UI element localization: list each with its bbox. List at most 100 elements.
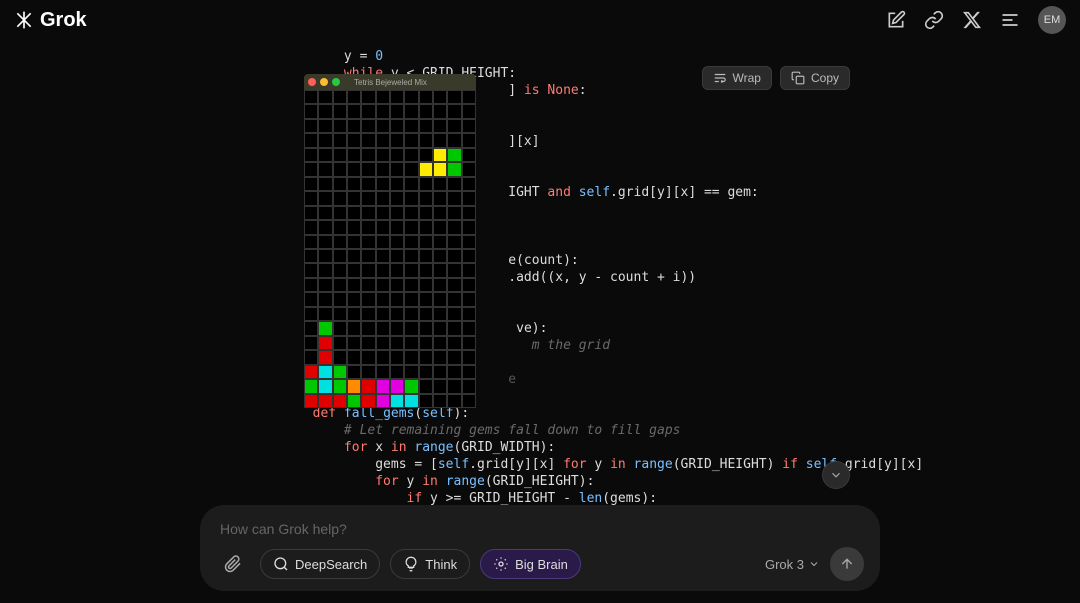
- main-content: Wrap Copy y = 0 while y < GRID_HEIGHT: ]…: [220, 40, 860, 503]
- grid-cell: [304, 263, 318, 277]
- grid-cell: [419, 394, 433, 408]
- grid-cell: [318, 220, 332, 234]
- grid-cell: [361, 133, 375, 147]
- grid-cell: [419, 235, 433, 249]
- grid-cell: [433, 191, 447, 205]
- grid-cell: [419, 148, 433, 162]
- game-window: Tetris Bejeweled Mix: [304, 74, 476, 408]
- grid-cell: [419, 177, 433, 191]
- arrow-up-icon: [839, 556, 855, 572]
- grid-cell: [333, 133, 347, 147]
- grid-cell: [433, 263, 447, 277]
- grid-cell: [433, 336, 447, 350]
- grid-cell: [376, 177, 390, 191]
- search-icon: [273, 556, 289, 572]
- grid-cell: [390, 336, 404, 350]
- grid-cell: [376, 191, 390, 205]
- grid-cell: [333, 350, 347, 364]
- copy-icon: [791, 71, 805, 85]
- grid-cell: [376, 119, 390, 133]
- grid-cell: [347, 379, 361, 393]
- grid-cell: [347, 249, 361, 263]
- game-title: Tetris Bejeweled Mix: [354, 78, 427, 87]
- grid-cell: [333, 249, 347, 263]
- grid-cell: [347, 119, 361, 133]
- grid-cell: [433, 133, 447, 147]
- grid-cell: [347, 321, 361, 335]
- grid-cell: [447, 104, 461, 118]
- grid-cell: [447, 90, 461, 104]
- grid-cell: [347, 350, 361, 364]
- grid-cell: [376, 148, 390, 162]
- grid-cell: [318, 90, 332, 104]
- attach-button[interactable]: [216, 547, 250, 581]
- paperclip-icon: [224, 555, 242, 573]
- grid-cell: [462, 263, 476, 277]
- grid-cell: [376, 235, 390, 249]
- grid-cell: [390, 292, 404, 306]
- game-grid[interactable]: [304, 90, 476, 408]
- grid-cell: [419, 263, 433, 277]
- grid-cell: [347, 177, 361, 191]
- grid-cell: [304, 133, 318, 147]
- grid-cell: [333, 104, 347, 118]
- link-icon[interactable]: [924, 10, 944, 30]
- grid-cell: [361, 104, 375, 118]
- grid-cell: [462, 379, 476, 393]
- grid-cell: [304, 119, 318, 133]
- think-button[interactable]: Think: [390, 549, 470, 579]
- maximize-icon[interactable]: [332, 78, 340, 86]
- grid-cell: [333, 394, 347, 408]
- grid-cell: [419, 162, 433, 176]
- grid-cell: [404, 292, 418, 306]
- chevron-down-icon: [808, 558, 820, 570]
- deepsearch-button[interactable]: DeepSearch: [260, 549, 380, 579]
- grid-cell: [433, 177, 447, 191]
- grid-cell: [419, 278, 433, 292]
- copy-button[interactable]: Copy: [780, 66, 850, 90]
- grid-cell: [433, 394, 447, 408]
- chat-input[interactable]: How can Grok help?: [216, 515, 864, 547]
- minimize-icon[interactable]: [320, 78, 328, 86]
- grid-cell: [433, 379, 447, 393]
- game-title-bar[interactable]: Tetris Bejeweled Mix: [304, 74, 476, 90]
- grid-cell: [462, 394, 476, 408]
- user-avatar[interactable]: EM: [1038, 6, 1066, 34]
- grid-cell: [376, 379, 390, 393]
- menu-icon[interactable]: [1000, 10, 1020, 30]
- grid-cell: [376, 90, 390, 104]
- edit-icon[interactable]: [886, 10, 906, 30]
- grid-cell: [376, 104, 390, 118]
- wrap-button[interactable]: Wrap: [702, 66, 772, 90]
- grid-cell: [404, 379, 418, 393]
- grid-cell: [447, 379, 461, 393]
- grid-cell: [404, 104, 418, 118]
- grid-cell: [347, 336, 361, 350]
- x-icon[interactable]: [962, 10, 982, 30]
- grid-cell: [361, 119, 375, 133]
- grid-cell: [404, 148, 418, 162]
- bigbrain-button[interactable]: Big Brain: [480, 549, 581, 579]
- grid-cell: [318, 379, 332, 393]
- model-selector[interactable]: Grok 3: [765, 557, 820, 572]
- grid-cell: [433, 278, 447, 292]
- grid-cell: [404, 307, 418, 321]
- grid-cell: [333, 148, 347, 162]
- send-button[interactable]: [830, 547, 864, 581]
- grid-cell: [318, 235, 332, 249]
- grid-cell: [318, 365, 332, 379]
- grid-cell: [419, 249, 433, 263]
- grid-cell: [304, 336, 318, 350]
- app-logo[interactable]: Grok: [14, 9, 87, 32]
- grid-cell: [404, 119, 418, 133]
- grid-cell: [304, 220, 318, 234]
- grid-cell: [390, 249, 404, 263]
- grid-cell: [361, 249, 375, 263]
- grid-cell: [333, 235, 347, 249]
- scroll-down-button[interactable]: [822, 461, 850, 489]
- grid-cell: [462, 249, 476, 263]
- grid-cell: [419, 350, 433, 364]
- grid-cell: [447, 249, 461, 263]
- grid-cell: [347, 307, 361, 321]
- close-icon[interactable]: [308, 78, 316, 86]
